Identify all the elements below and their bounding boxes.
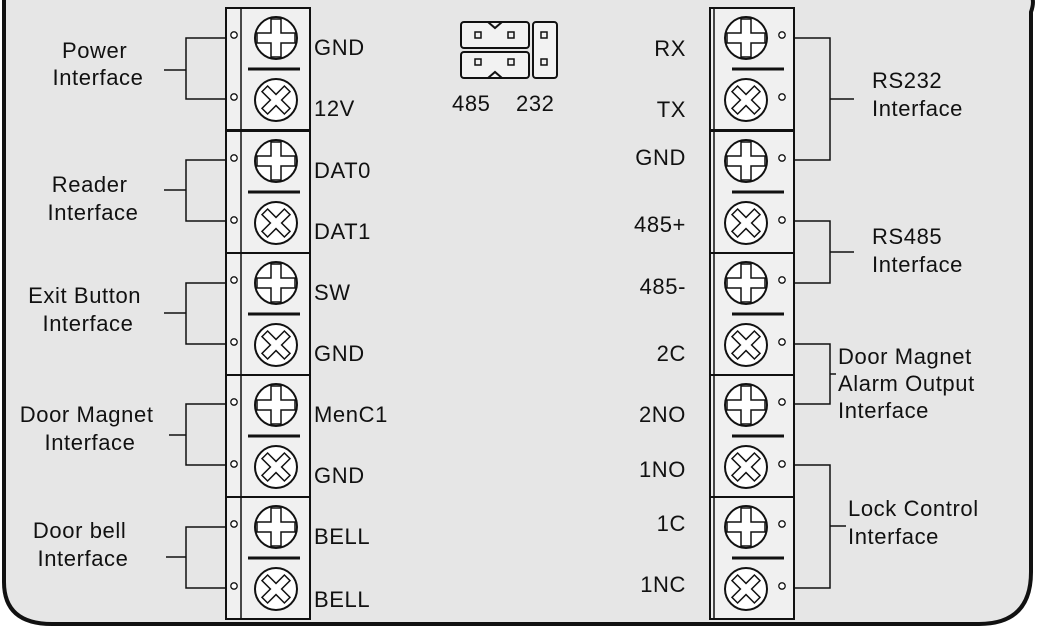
right-terminal-block [709,130,795,254]
right-terminal-block [709,7,795,131]
cross-screw-icon [724,78,768,122]
cross-screw-icon [724,567,768,611]
plus-screw-icon [254,16,298,60]
cross-screw-icon [724,323,768,367]
terminal-diagram-canvas: 485 232 GND 12V DAT0 DAT1 SW GND MenC1 G… [1,0,1035,626]
plus-screw-icon [254,505,298,549]
wire-hole [778,31,786,39]
plus-screw-icon [724,383,768,427]
left-terminal-block [225,374,311,498]
right-terminal-block [709,252,795,376]
terminal-label-sw: SW [314,280,351,305]
plus-screw-icon [254,383,298,427]
left-terminal-block [225,7,311,131]
wire-hole [778,520,786,528]
wire-hole [778,582,786,590]
terminal-label-rx: RX [654,36,686,61]
terminal-label-1c: 1C [657,511,686,536]
wire-hole [230,276,238,284]
plus-screw-icon [254,139,298,183]
terminal-label-485p: 485+ [634,212,686,237]
wire-hole [230,154,238,162]
left-terminal-block [225,496,311,620]
terminal-label-bell-2: BELL [314,587,370,612]
wiring-diagram: 485 232 GND 12V DAT0 DAT1 SW GND MenC1 G… [0,0,1038,630]
wire-hole [778,460,786,468]
terminal-label-gnd-3: GND [314,463,365,488]
cross-screw-icon [254,78,298,122]
wire-hole [230,338,238,346]
cross-screw-icon [724,445,768,489]
right-terminal-block [709,374,795,498]
cross-screw-icon [254,323,298,367]
terminal-label-dat0: DAT0 [314,158,371,183]
cross-screw-icon [254,445,298,489]
wire-hole [778,398,786,406]
wire-hole [778,154,786,162]
plus-screw-icon [724,139,768,183]
left-terminal-strip [225,7,311,620]
terminal-label-1nc: 1NC [640,572,686,597]
left-terminal-block [225,252,311,376]
terminal-label-tx: TX [657,97,686,122]
plus-screw-icon [254,261,298,305]
terminal-label-menc1: MenC1 [314,402,388,427]
terminal-label-gnd-r: GND [635,145,686,170]
terminal-label-2no: 2NO [639,402,686,427]
wire-hole [230,216,238,224]
right-terminal-block [709,496,795,620]
wire-hole [230,93,238,101]
wire-hole [230,460,238,468]
terminal-label-2c: 2C [657,341,686,366]
terminal-label-dat1: DAT1 [314,219,371,244]
wire-hole [778,93,786,101]
terminal-label-gnd: GND [314,35,365,60]
terminal-label-bell: BELL [314,524,370,549]
cross-screw-icon [724,201,768,245]
plus-screw-icon [724,16,768,60]
wire-hole [230,520,238,528]
left-terminal-block [225,130,311,254]
terminal-label-12v: 12V [314,96,355,121]
terminal-label-485n: 485- [640,274,686,299]
cross-screw-icon [254,201,298,245]
jumper-label-485: 485 [452,91,491,116]
cross-screw-icon [254,567,298,611]
jumper-label-232: 232 [516,91,555,116]
terminal-label-gnd-2: GND [314,341,365,366]
wire-hole [778,276,786,284]
terminal-label-1no: 1NO [639,457,686,482]
wire-hole [230,398,238,406]
plus-screw-icon [724,505,768,549]
wire-hole [230,582,238,590]
right-terminal-strip [709,7,795,620]
wire-hole [778,216,786,224]
plus-screw-icon [724,261,768,305]
wire-hole [778,338,786,346]
wire-hole [230,31,238,39]
